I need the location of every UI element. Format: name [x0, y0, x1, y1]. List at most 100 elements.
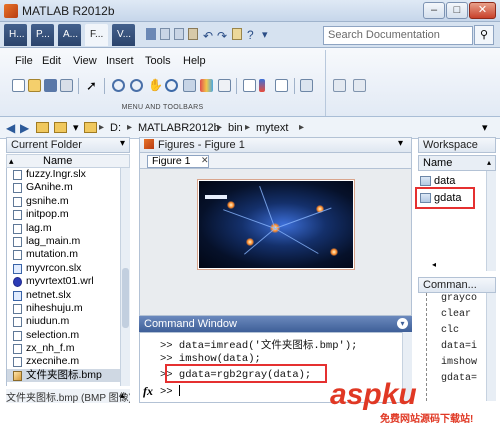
workspace-scrollbar[interactable]: [486, 171, 496, 271]
tab-home[interactable]: H...: [4, 24, 27, 46]
open-icon[interactable]: [28, 79, 41, 92]
panel-menu-icon[interactable]: ▾: [120, 138, 125, 149]
maximize-button[interactable]: □: [446, 2, 468, 19]
list-item[interactable]: zxecnihe.m: [7, 355, 120, 368]
command-prompt[interactable]: >>: [160, 385, 180, 398]
zoom-in-icon[interactable]: [112, 79, 125, 92]
history-item[interactable]: grayco: [441, 293, 477, 304]
tab-apps[interactable]: A...: [58, 24, 81, 46]
path-separator-icon: ▸: [99, 122, 105, 133]
list-item[interactable]: fuzzy.Ingr.slx: [7, 168, 120, 181]
list-item[interactable]: mutation.m: [7, 248, 120, 261]
list-item[interactable]: lag_main.m: [7, 235, 120, 248]
scroll-left-icon[interactable]: ◂: [432, 260, 436, 269]
quick-access-icon[interactable]: [232, 28, 242, 40]
path-segment[interactable]: MATLABR2012b: [138, 122, 220, 134]
zoom-out-icon[interactable]: [130, 79, 143, 92]
insert-legend-icon[interactable]: [275, 79, 288, 92]
back-arrow-icon[interactable]: ◀: [6, 121, 15, 135]
command-line: >> data=imread('文件夹图标.bmp');: [160, 340, 358, 352]
list-item[interactable]: gsnihe.m: [7, 195, 120, 208]
menu-edit[interactable]: Edit: [42, 55, 61, 67]
colorbar-icon[interactable]: [259, 79, 265, 92]
dock-icon[interactable]: [333, 79, 346, 92]
minimize-button[interactable]: –: [423, 2, 445, 19]
file-name: zx_nh_f.m: [26, 342, 75, 355]
scrollbar-thumb[interactable]: [122, 268, 129, 328]
copy-icon[interactable]: [174, 28, 184, 40]
list-item[interactable]: niudun.m: [7, 315, 120, 328]
watermark-logo: aspku: [330, 378, 417, 411]
chevron-down-icon[interactable]: ▾: [73, 121, 79, 134]
name-column-label[interactable]: Name: [423, 157, 452, 169]
menu-tools[interactable]: Tools: [145, 55, 171, 67]
matlab-logo-icon: [4, 4, 18, 18]
layout-icon[interactable]: [353, 79, 366, 92]
list-item[interactable]: lag.m: [7, 222, 120, 235]
file-name: initpop.m: [26, 208, 69, 221]
name-column-label[interactable]: Name: [43, 155, 72, 167]
path-segment[interactable]: mytext: [256, 122, 288, 134]
pan-icon[interactable]: ✋: [148, 79, 163, 92]
new-figure-icon[interactable]: [12, 79, 25, 92]
print-icon[interactable]: [60, 79, 73, 92]
file-name: niudun.m: [26, 315, 70, 328]
menu-insert[interactable]: Insert: [106, 55, 134, 67]
menu-view[interactable]: View: [73, 55, 97, 67]
search-icon[interactable]: ⚲: [474, 25, 494, 45]
function-browser-icon[interactable]: fx: [143, 384, 153, 399]
paste-icon[interactable]: [188, 28, 198, 40]
tab-figures[interactable]: F...: [85, 24, 108, 46]
save-icon[interactable]: [146, 28, 156, 40]
history-item[interactable]: clear: [441, 309, 471, 320]
pointer-icon[interactable]: ➚: [86, 79, 99, 92]
file-name: selection.m: [26, 328, 80, 341]
list-item[interactable]: myvrcon.slx: [7, 262, 120, 275]
file-name: lag.m: [26, 221, 52, 234]
chevron-down-icon[interactable]: ▾: [262, 28, 276, 44]
hide-plot-tools-icon[interactable]: [300, 79, 313, 92]
close-button[interactable]: ✕: [469, 2, 496, 19]
panel-menu-icon[interactable]: ▾: [397, 318, 408, 329]
insert-colorbar-icon[interactable]: [243, 79, 256, 92]
help-icon[interactable]: ?: [247, 28, 261, 44]
list-item[interactable]: selection.m: [7, 329, 120, 342]
list-item[interactable]: niheshuju.m: [7, 302, 120, 315]
menu-file[interactable]: File: [15, 55, 33, 67]
cut-icon[interactable]: [160, 28, 170, 40]
redo-icon[interactable]: ↷: [217, 29, 231, 45]
list-item[interactable]: netnet.slx: [7, 289, 120, 302]
search-documentation-input[interactable]: Search Documentation: [323, 26, 473, 45]
list-item[interactable]: myvrtext01.wrl: [7, 275, 120, 288]
history-item[interactable]: data=i: [441, 341, 477, 352]
data-cursor-icon[interactable]: [183, 79, 196, 92]
folder-column-header: ▴ Name: [6, 154, 130, 168]
folder-scrollbar[interactable]: [120, 168, 130, 386]
brush-icon[interactable]: [200, 79, 213, 92]
up-folder-icon[interactable]: [36, 122, 49, 133]
history-item[interactable]: gdata=: [441, 373, 477, 384]
list-item[interactable]: 文件夹图标.bmp: [7, 368, 120, 383]
menu-help[interactable]: Help: [183, 55, 206, 67]
tab-view[interactable]: V...: [112, 24, 135, 46]
tab-plots[interactable]: P...: [31, 24, 54, 46]
rotate-icon[interactable]: [165, 79, 178, 92]
list-item[interactable]: initpop.m: [7, 208, 120, 221]
panel-menu-icon[interactable]: ▾: [398, 138, 403, 149]
list-item[interactable]: zx_nh_f.m: [7, 342, 120, 355]
browse-folder-icon[interactable]: [54, 122, 67, 133]
chevron-down-icon[interactable]: ▾: [482, 121, 488, 134]
tab-figure-1[interactable]: Figure 1: [147, 155, 209, 168]
link-plot-icon[interactable]: [218, 79, 231, 92]
path-drive[interactable]: D:: [110, 122, 121, 134]
close-tab-icon[interactable]: ✕: [201, 155, 209, 166]
save-figure-icon[interactable]: [44, 79, 57, 92]
history-scrollbar[interactable]: [486, 293, 496, 401]
history-item[interactable]: clc: [441, 325, 459, 336]
path-segment[interactable]: bin: [228, 122, 243, 134]
history-item[interactable]: imshow: [441, 357, 477, 368]
chevron-up-icon[interactable]: ▴: [120, 390, 125, 401]
list-item[interactable]: GAnihe.m: [7, 181, 120, 194]
undo-icon[interactable]: ↶: [203, 29, 217, 45]
forward-arrow-icon[interactable]: ▶: [20, 121, 29, 135]
